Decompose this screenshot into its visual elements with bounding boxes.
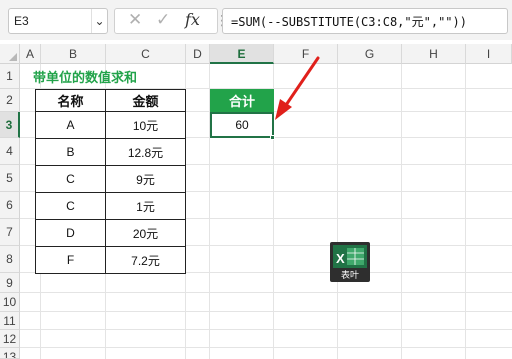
- column-header-b[interactable]: B: [41, 44, 106, 64]
- table-cell-amount[interactable]: 9元: [105, 165, 186, 193]
- gridline: [20, 347, 512, 348]
- row-header-11[interactable]: 11: [0, 312, 20, 330]
- table-cell-amount[interactable]: 1元: [105, 192, 186, 220]
- gridline: [20, 292, 512, 293]
- table-header-name[interactable]: 名称: [35, 89, 106, 112]
- column-header-g[interactable]: G: [338, 44, 402, 64]
- row-header-3[interactable]: 3: [0, 112, 20, 138]
- column-header-e[interactable]: E: [210, 44, 274, 64]
- row-header-12[interactable]: 12: [0, 330, 20, 348]
- table-cell-name[interactable]: D: [35, 219, 106, 247]
- excel-logo-letter: X: [336, 251, 345, 266]
- gridline: [20, 311, 512, 312]
- table-cell-amount[interactable]: 12.8元: [105, 138, 186, 166]
- row-header-6[interactable]: 6: [0, 192, 20, 219]
- table-cell-name[interactable]: C: [35, 165, 106, 193]
- row-header-2[interactable]: 2: [0, 89, 20, 112]
- table-header-amount[interactable]: 金额: [105, 89, 186, 112]
- gridline: [401, 64, 402, 359]
- column-header-d[interactable]: D: [186, 44, 210, 64]
- table-cell-name[interactable]: A: [35, 111, 106, 139]
- select-all-triangle-icon: [9, 53, 17, 61]
- gridline: [465, 64, 466, 359]
- row-header-13[interactable]: 13: [0, 348, 20, 359]
- chevron-down-icon[interactable]: ⌄: [91, 9, 107, 33]
- table-cell-amount[interactable]: 20元: [105, 219, 186, 247]
- enter-check-icon[interactable]: ✓: [156, 10, 170, 30]
- row-header-1[interactable]: 1: [0, 64, 20, 89]
- row-header-5[interactable]: 5: [0, 165, 20, 192]
- row-header-8[interactable]: 8: [0, 246, 20, 273]
- total-header[interactable]: 合计: [210, 89, 274, 112]
- column-header-c[interactable]: C: [106, 44, 186, 64]
- sheet-title[interactable]: 带单位的数值求和: [33, 67, 137, 86]
- column-header-h[interactable]: H: [402, 44, 466, 64]
- table-cell-name[interactable]: B: [35, 138, 106, 166]
- table-cell-amount[interactable]: 10元: [105, 111, 186, 139]
- row-header-4[interactable]: 4: [0, 138, 20, 165]
- excel-logo-icon: X 表叶: [330, 242, 370, 282]
- row-header-7[interactable]: 7: [0, 219, 20, 246]
- cancel-icon[interactable]: ✕: [128, 10, 142, 30]
- column-header-i[interactable]: I: [466, 44, 512, 64]
- gridline: [337, 64, 338, 359]
- total-value-cell-selected[interactable]: 60: [210, 112, 274, 138]
- table-cell-name[interactable]: F: [35, 246, 106, 274]
- column-header-f[interactable]: F: [274, 44, 338, 64]
- table-cell-name[interactable]: C: [35, 192, 106, 220]
- row-header-9[interactable]: 9: [0, 273, 20, 293]
- column-header-a[interactable]: A: [20, 44, 41, 64]
- watermark-label: 表叶: [341, 269, 359, 281]
- gridline: [20, 329, 512, 330]
- insert-function-icon[interactable]: fx: [185, 10, 200, 29]
- formula-text: =SUM(--SUBSTITUTE(C3:C8,"元","")): [231, 15, 467, 29]
- table-cell-amount[interactable]: 7.2元: [105, 246, 186, 274]
- row-header-10[interactable]: 10: [0, 293, 20, 312]
- fill-handle[interactable]: [270, 135, 275, 140]
- name-box-value: E3: [14, 14, 29, 28]
